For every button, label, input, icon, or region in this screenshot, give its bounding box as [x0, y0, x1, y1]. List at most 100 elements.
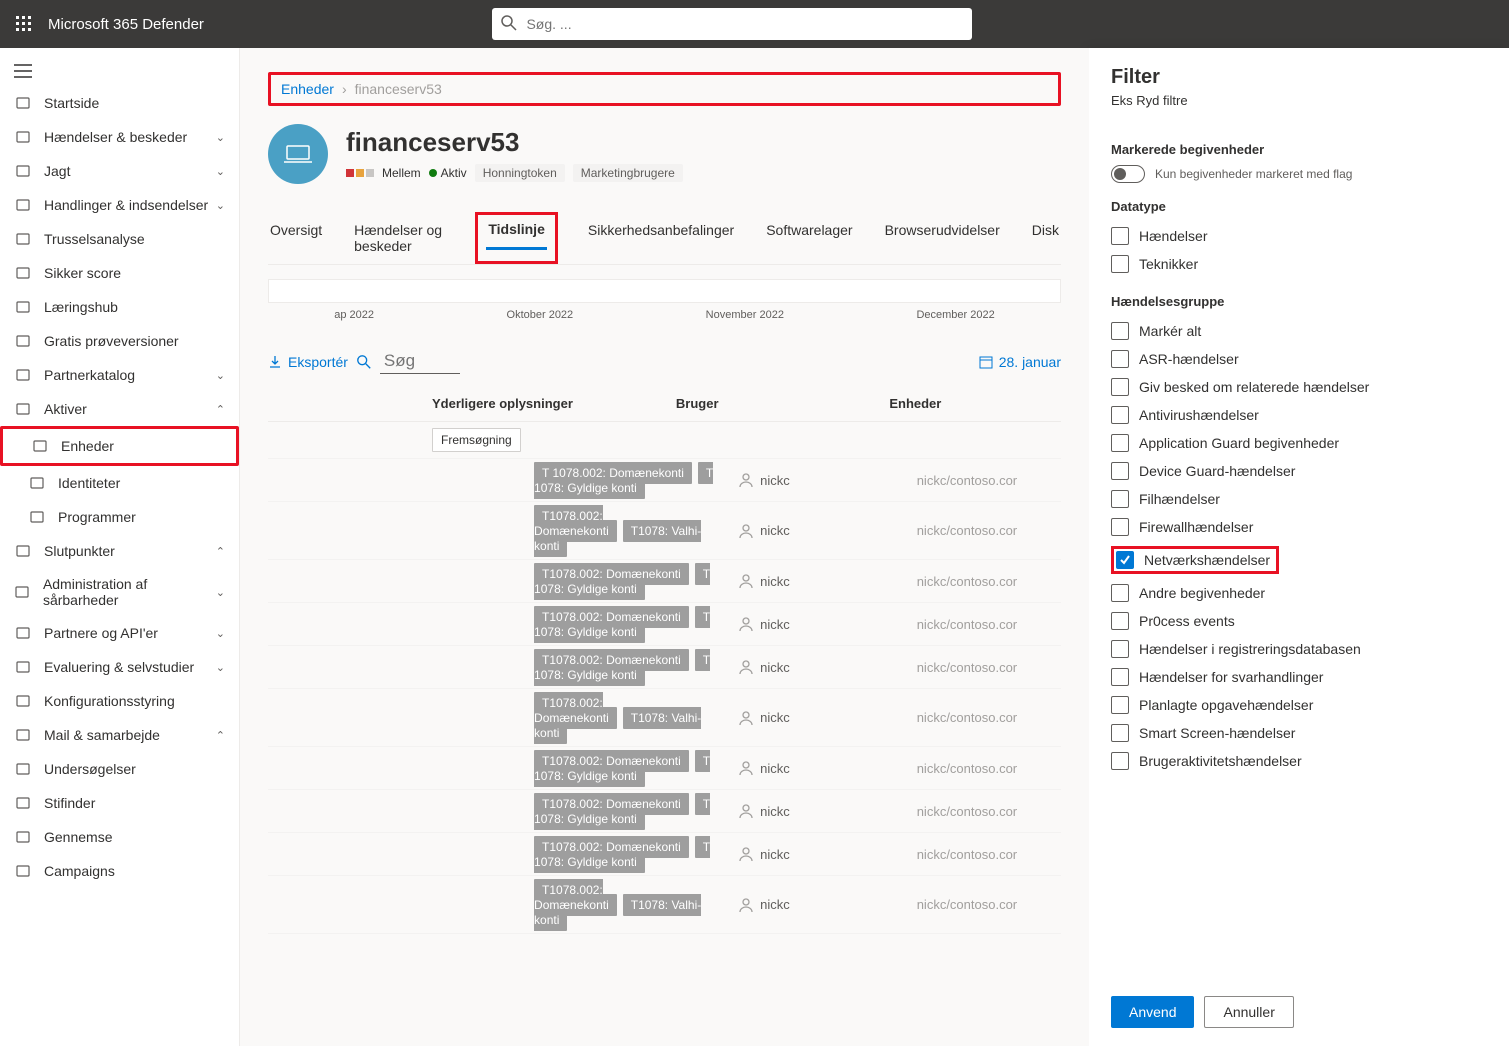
sidebar-item[interactable]: Jagt⌄ [0, 154, 239, 188]
sidebar-item[interactable]: Trusselsanalyse [0, 222, 239, 256]
group-checkbox-row[interactable]: Giv besked om relaterede hændelser [1111, 373, 1487, 401]
group-checkbox-row[interactable]: Firewallhændelser [1111, 513, 1487, 541]
table-row[interactable]: T1078.002: DomænekontiT 1078: Gyldige ko… [268, 646, 1061, 689]
sidebar-item[interactable]: Mail & samarbejde⌃ [0, 718, 239, 752]
table-row[interactable]: T1078.002: DomænekontiT 1078: Gyldige ko… [268, 560, 1061, 603]
table-row[interactable]: T1078.002: DomænekontiT 1078: Gyldige ko… [268, 833, 1061, 876]
nav-icon [14, 196, 32, 214]
group-checkbox-row[interactable]: Andre begivenheder [1111, 579, 1487, 607]
checkbox-icon [1111, 490, 1129, 508]
table-row[interactable]: T1078.002: DomænekontiT1078: Valhi-konti… [268, 689, 1061, 747]
sidebar-item-label: Aktiver [44, 401, 87, 417]
sidebar-item[interactable]: Stifinder [0, 786, 239, 820]
checkbox-label: Planlagte opgavehændelser [1139, 697, 1313, 713]
device-tag[interactable]: Marketingbrugere [573, 164, 683, 182]
search-icon [500, 14, 518, 32]
checkbox-label: Andre begivenheder [1139, 585, 1265, 601]
export-button[interactable]: Eksportér [268, 354, 348, 370]
group-checkbox-row[interactable]: Filhændelser [1111, 485, 1487, 513]
table-row[interactable]: T1078.002: DomænekontiT1078: Valhi-konti… [268, 502, 1061, 560]
sidebar-item[interactable]: Hændelser & beskeder⌄ [0, 120, 239, 154]
month-label: November 2022 [706, 309, 784, 321]
group-checkbox-row[interactable]: Antivirushændelser [1111, 401, 1487, 429]
tab[interactable]: Oversigt [268, 212, 324, 264]
checkbox-icon [1111, 322, 1129, 340]
checkbox-icon [1111, 696, 1129, 714]
app-launcher-icon[interactable] [8, 8, 40, 40]
sidebar-item[interactable]: Partnerkatalog⌄ [0, 358, 239, 392]
group-checkbox-row[interactable]: Smart Screen-hændelser [1111, 719, 1487, 747]
sidebar-item[interactable]: Handlinger & indsendelser⌄ [0, 188, 239, 222]
checkbox-label: Device Guard-hændelser [1139, 463, 1295, 479]
apply-button[interactable]: Anvend [1111, 996, 1194, 1028]
sidebar-item[interactable]: Identiteter [0, 466, 239, 500]
column-header-info[interactable]: Yderligere oplysninger [432, 396, 676, 411]
user-icon [738, 659, 754, 675]
sidebar-item[interactable]: Campaigns [0, 854, 239, 888]
group-checkbox-row[interactable]: Markér alt [1111, 317, 1487, 345]
group-checkbox-row[interactable]: Brugeraktivitetshændelser [1111, 747, 1487, 775]
tab[interactable]: Disk [1030, 212, 1061, 264]
sidebar-item[interactable]: Slutpunkter⌃ [0, 534, 239, 568]
cancel-button[interactable]: Annuller [1204, 996, 1293, 1028]
table-row[interactable]: T1078.002: DomænekontiT 1078: Gyldige ko… [268, 747, 1061, 790]
datatype-checkbox-row[interactable]: Hændelser [1111, 222, 1487, 250]
table-row[interactable]: Fremsøgning [268, 422, 1061, 459]
datatype-checkbox-row[interactable]: Teknikker [1111, 250, 1487, 278]
user-icon [738, 760, 754, 776]
sidebar-item[interactable]: Konfigurationsstyring [0, 684, 239, 718]
device-tag[interactable]: Honningtoken [475, 164, 565, 182]
checkbox-icon [1111, 462, 1129, 480]
sidebar-item[interactable]: Gratis prøveversioner [0, 324, 239, 358]
sidebar-item[interactable]: Aktiver⌃ [0, 392, 239, 426]
user-name: nickc [760, 574, 790, 589]
group-checkbox-row[interactable]: ASR-hændelser [1111, 345, 1487, 373]
sidebar-item[interactable]: Evaluering & selvstudier⌄ [0, 650, 239, 684]
sidebar-item-label: Campaigns [44, 863, 115, 879]
group-checkbox-row[interactable]: Planlagte opgavehændelser [1111, 691, 1487, 719]
hamburger-icon[interactable] [0, 56, 239, 86]
sidebar-item[interactable]: Undersøgelser [0, 752, 239, 786]
tab[interactable]: Sikkerhedsanbefalinger [586, 212, 736, 264]
group-checkbox-row[interactable]: Netværkshændelser [1111, 541, 1487, 579]
clear-filters-link[interactable]: Eks Ryd filtre [1111, 93, 1487, 108]
sidebar-item[interactable]: Administration af sårbarheder⌄ [0, 568, 239, 616]
sidebar-item[interactable]: Startside [0, 86, 239, 120]
date-picker[interactable]: 28. januar [979, 354, 1061, 370]
sidebar-item-label: Partnere og API'er [44, 625, 158, 641]
search-icon [356, 354, 372, 370]
table-row[interactable]: T1078.002: DomænekontiT1078: Valhi-konti… [268, 876, 1061, 934]
timeline-strip[interactable] [268, 279, 1061, 303]
sidebar-item[interactable]: Partnere og API'er⌄ [0, 616, 239, 650]
sidebar-item[interactable]: Enheder [0, 426, 239, 466]
timeline-search-input[interactable] [380, 349, 460, 374]
sidebar-item[interactable]: Læringshub [0, 290, 239, 324]
tab[interactable]: Hændelser og beskeder [352, 212, 447, 264]
tab[interactable]: Tidslinje [486, 211, 547, 250]
table-row[interactable]: T1078.002: DomænekontiT 1078: Gyldige ko… [268, 603, 1061, 646]
chevron-down-icon: ⌄ [216, 165, 225, 178]
lookup-chip: Fremsøgning [432, 428, 521, 452]
checkbox-label: Brugeraktivitetshændelser [1139, 753, 1302, 769]
tab[interactable]: Browserudvidelser [883, 212, 1002, 264]
global-search-input[interactable] [492, 8, 972, 40]
group-checkbox-row[interactable]: Device Guard-hændelser [1111, 457, 1487, 485]
chevron-right-icon: › [342, 81, 347, 97]
group-checkbox-row[interactable]: Hændelser for svarhandlinger [1111, 663, 1487, 691]
sidebar-item[interactable]: Gennemse [0, 820, 239, 854]
group-checkbox-row[interactable]: Application Guard begivenheder [1111, 429, 1487, 457]
sidebar-item[interactable]: Programmer [0, 500, 239, 534]
column-header-user[interactable]: Bruger [676, 396, 889, 411]
sidebar-item[interactable]: Sikker score [0, 256, 239, 290]
checkbox-label: Pr0cess events [1139, 613, 1235, 629]
group-checkbox-row[interactable]: Hændelser i registreringsdatabasen [1111, 635, 1487, 663]
flagged-toggle[interactable] [1111, 165, 1145, 183]
user-icon [738, 897, 754, 913]
column-header-devices[interactable]: Enheder [889, 396, 1057, 411]
table-row[interactable]: T 1078.002: DomænekontiT 1078: Gyldige k… [268, 459, 1061, 502]
table-row[interactable]: T1078.002: DomænekontiT 1078: Gyldige ko… [268, 790, 1061, 833]
breadcrumb-root[interactable]: Enheder [281, 81, 334, 97]
sidebar-item-label: Læringshub [44, 299, 118, 315]
tab[interactable]: Softwarelager [764, 212, 854, 264]
group-checkbox-row[interactable]: Pr0cess events [1111, 607, 1487, 635]
